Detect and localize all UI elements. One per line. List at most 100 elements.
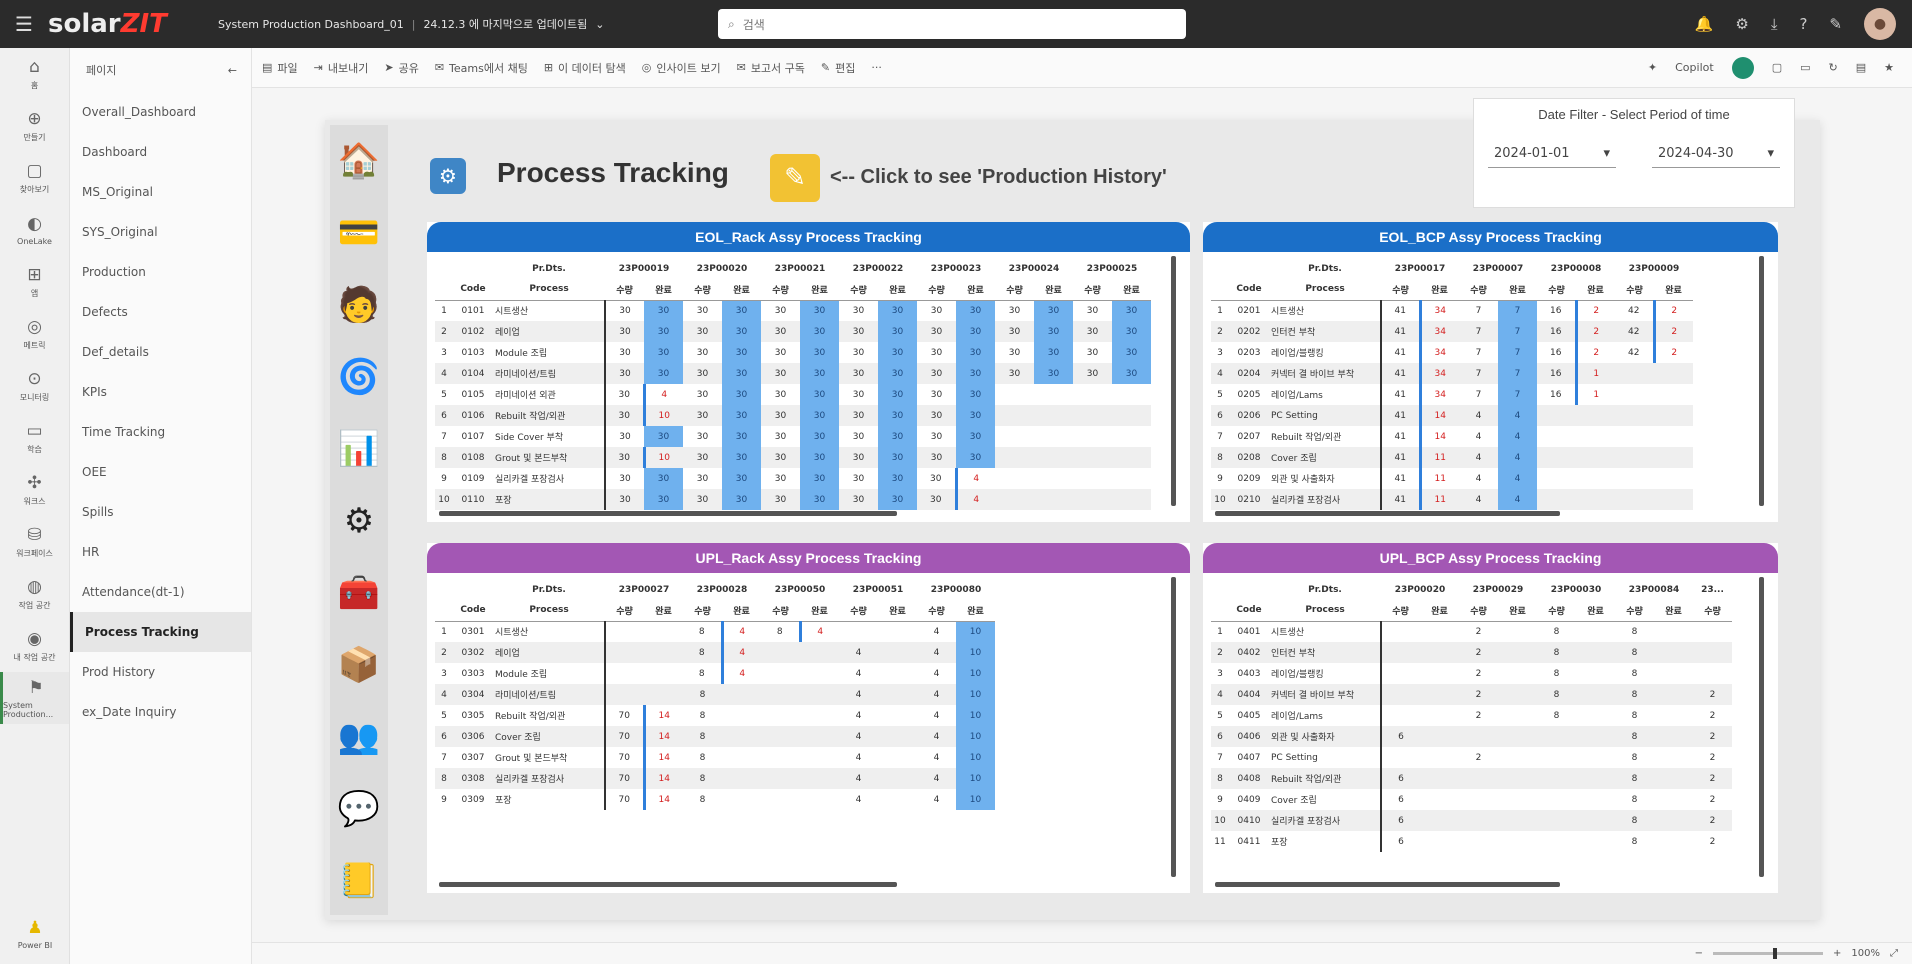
table-row[interactable]: 1 0101 시트생산 30 30 30 30 30 30 30 30 30 30 30 30 30 30 xyxy=(435,300,1151,321)
page-tab[interactable]: Dashboard xyxy=(70,132,251,172)
view-icon[interactable]: ▭ xyxy=(1800,61,1810,74)
favorite-icon[interactable]: ★ xyxy=(1884,61,1894,74)
rail-item[interactable]: ◐ OneLake xyxy=(0,204,69,256)
notifications-icon[interactable]: 🔔 xyxy=(1695,15,1714,33)
toolbar-item[interactable]: ➤ 공유 xyxy=(384,60,418,76)
rail-item[interactable]: ⊞ 앱 xyxy=(0,256,69,308)
horizontal-scrollbar[interactable] xyxy=(439,511,897,516)
table-row[interactable]: 6 0206 PC Setting 41 14 4 4 xyxy=(1211,405,1693,426)
toolbar-item[interactable]: ▤ 파일 xyxy=(262,60,298,76)
vertical-scrollbar[interactable] xyxy=(1171,577,1176,877)
report-nav-icon[interactable]: 🧰 xyxy=(337,567,381,619)
comment-icon[interactable]: ▤ xyxy=(1856,61,1866,74)
table-row[interactable]: 2 0202 인터컨 부착 41 34 7 7 16 2 42 2 xyxy=(1211,321,1693,342)
report-nav-icon[interactable]: 👥 xyxy=(337,711,381,763)
page-tab[interactable]: Prod History xyxy=(70,652,251,692)
table-row[interactable]: 11 0411 포장 6 8 2 xyxy=(1211,831,1732,852)
page-tab[interactable]: SYS_Original xyxy=(70,212,251,252)
table-row[interactable]: 3 0303 Module 조립 8 4 4 4 10 xyxy=(435,663,995,684)
breadcrumb[interactable]: System Production Dashboard_01 | 24.12.3… xyxy=(218,16,708,32)
table-row[interactable]: 7 0107 Side Cover 부착 30 30 30 30 30 30 30 30 30 30 xyxy=(435,426,1151,447)
table-row[interactable]: 8 0308 실리카겔 포장검사 70 14 8 4 4 10 xyxy=(435,768,995,789)
table-row[interactable]: 6 0406 외관 및 사출화자 6 8 2 xyxy=(1211,726,1732,747)
table-row[interactable]: 2 0102 레이업 30 30 30 30 30 30 30 30 30 30 30 30 30 30 xyxy=(435,321,1151,342)
toolbar-item[interactable]: ✉ 보고서 구독 xyxy=(737,60,805,76)
table-row[interactable]: 3 0203 레이업/블랭킹 41 34 7 7 16 2 42 2 xyxy=(1211,342,1693,363)
avatar[interactable]: ● xyxy=(1864,8,1896,40)
table-row[interactable]: 5 0105 라미네이션 외관 30 4 30 30 30 30 30 30 30 30 xyxy=(435,384,1151,405)
table-row[interactable]: 8 0208 Cover 조립 41 11 4 4 xyxy=(1211,447,1693,468)
zoom-in-icon[interactable]: + xyxy=(1833,948,1841,959)
end-date-input[interactable]: 2024-04-30 ▾ xyxy=(1652,140,1780,168)
table-row[interactable]: 4 0304 라미네이션/트림 8 4 4 10 xyxy=(435,684,995,705)
report-nav-icon[interactable]: 🌀 xyxy=(337,351,381,403)
table-row[interactable]: 5 0205 레이업/Lams 41 34 7 7 16 1 xyxy=(1211,384,1693,405)
horizontal-scrollbar[interactable] xyxy=(1215,882,1560,887)
vertical-scrollbar[interactable] xyxy=(1759,256,1764,506)
collapse-icon[interactable]: ← xyxy=(228,64,237,77)
table-row[interactable]: 6 0306 Cover 조립 70 14 8 4 4 10 xyxy=(435,726,995,747)
report-nav-icon[interactable]: 📦 xyxy=(337,639,381,691)
table-row[interactable]: 2 0302 레이업 8 4 4 4 10 xyxy=(435,642,995,663)
table-row[interactable]: 3 0403 레이업/블랭킹 2 8 8 xyxy=(1211,663,1732,684)
report-nav-icon[interactable]: 💬 xyxy=(337,783,381,835)
rail-item[interactable]: ⛁ 워크페이스 xyxy=(0,516,69,568)
refresh-icon[interactable]: ↻ xyxy=(1829,61,1838,74)
more-icon[interactable]: ··· xyxy=(871,61,882,74)
report-nav-icon[interactable]: 📊 xyxy=(337,423,381,475)
table-row[interactable]: 4 0404 커넥터 결 바이브 부착 2 8 8 2 xyxy=(1211,684,1732,705)
table-row[interactable]: 10 0210 실리카겔 포장검사 41 11 4 4 xyxy=(1211,489,1693,510)
table-row[interactable]: 1 0401 시트생산 2 8 8 xyxy=(1211,621,1732,642)
app-launcher-icon[interactable]: ☰ xyxy=(0,0,48,48)
page-tab[interactable]: Production xyxy=(70,252,251,292)
report-nav-icon[interactable]: ⚙ xyxy=(337,495,381,547)
rail-item[interactable]: ⊙ 모니터링 xyxy=(0,360,69,412)
rail-item[interactable]: ◉ 내 작업 공간 xyxy=(0,620,69,672)
rail-item[interactable]: ▭ 학습 xyxy=(0,412,69,464)
page-tab[interactable]: Spills xyxy=(70,492,251,532)
table-row[interactable]: 7 0307 Grout 및 본드부착 70 14 8 4 4 10 xyxy=(435,747,995,768)
rail-item[interactable]: ▢ 찾아보기 xyxy=(0,152,69,204)
rail-item[interactable]: ✣ 워크스 xyxy=(0,464,69,516)
table-row[interactable]: 4 0104 라미네이션/트림 30 30 30 30 30 30 30 30 30 30 30 30 30 3… xyxy=(435,363,1151,384)
page-tab[interactable]: MS_Original xyxy=(70,172,251,212)
feedback-icon[interactable]: ✎ xyxy=(1829,15,1842,33)
rail-item[interactable]: ◎ 메트릭 xyxy=(0,308,69,360)
report-nav-icon[interactable]: 💳 xyxy=(337,207,381,259)
table-row[interactable]: 8 0408 Rebuilt 작업/외관 6 8 2 xyxy=(1211,768,1732,789)
toolbar-item[interactable]: ⊞ 이 데이터 탐색 xyxy=(544,60,626,76)
start-date-input[interactable]: 2024-01-01 ▾ xyxy=(1488,140,1616,168)
table-row[interactable]: 9 0209 외관 및 사출화자 41 11 4 4 xyxy=(1211,468,1693,489)
page-tab[interactable]: ex_Date Inquiry xyxy=(70,692,251,732)
table-row[interactable]: 9 0309 포장 70 14 8 4 4 10 xyxy=(435,789,995,810)
table-row[interactable]: 7 0407 PC Setting 2 8 2 xyxy=(1211,747,1732,768)
page-tab[interactable]: OEE xyxy=(70,452,251,492)
toolbar-item[interactable]: ✉ Teams에서 채팅 xyxy=(435,60,528,76)
vertical-scrollbar[interactable] xyxy=(1759,577,1764,877)
download-icon[interactable]: ⤓ xyxy=(1771,15,1778,33)
toolbar-item[interactable]: ◎ 인사이트 보기 xyxy=(642,60,721,76)
table-row[interactable]: 9 0109 실리카겔 포장검사 30 30 30 30 30 30 30 30 30 4 xyxy=(435,468,1151,489)
power-bi-home[interactable]: ♟ Power BI xyxy=(0,908,70,960)
help-icon[interactable]: ? xyxy=(1799,15,1807,33)
vertical-scrollbar[interactable] xyxy=(1171,256,1176,506)
table-row[interactable]: 8 0108 Grout 및 본드부착 30 10 30 30 30 30 30 30 30 30 xyxy=(435,447,1151,468)
zoom-slider[interactable] xyxy=(1713,948,1824,959)
page-tab[interactable]: Time Tracking xyxy=(70,412,251,452)
copilot-label[interactable]: Copilot xyxy=(1675,61,1714,74)
table-row[interactable]: 10 0410 실리카겔 포장검사 6 8 2 xyxy=(1211,810,1732,831)
toolbar-item[interactable]: ⇥ 내보내기 xyxy=(314,60,369,76)
table-row[interactable]: 9 0409 Cover 조립 6 8 2 xyxy=(1211,789,1732,810)
table-row[interactable]: 3 0103 Module 조립 30 30 30 30 30 30 30 30 30 30 30 30 30… xyxy=(435,342,1151,363)
production-history-button[interactable]: ✎ xyxy=(770,154,820,202)
table-row[interactable]: 10 0110 포장 30 30 30 30 30 30 30 30 30 4 xyxy=(435,489,1151,510)
settings-icon[interactable]: ⚙ xyxy=(1735,15,1748,33)
rail-item[interactable]: ⊕ 만들기 xyxy=(0,100,69,152)
rail-item[interactable]: ⚑ System Production... xyxy=(0,672,69,724)
page-tab[interactable]: Attendance(dt-1) xyxy=(70,572,251,612)
page-tab[interactable]: Process Tracking xyxy=(70,612,251,652)
page-tab[interactable]: Def_details xyxy=(70,332,251,372)
page-tab[interactable]: Defects xyxy=(70,292,251,332)
table-row[interactable]: 4 0204 커넥터 결 바이브 부착 41 34 7 7 16 1 xyxy=(1211,363,1693,384)
table-row[interactable]: 2 0402 인터컨 부착 2 8 8 xyxy=(1211,642,1732,663)
